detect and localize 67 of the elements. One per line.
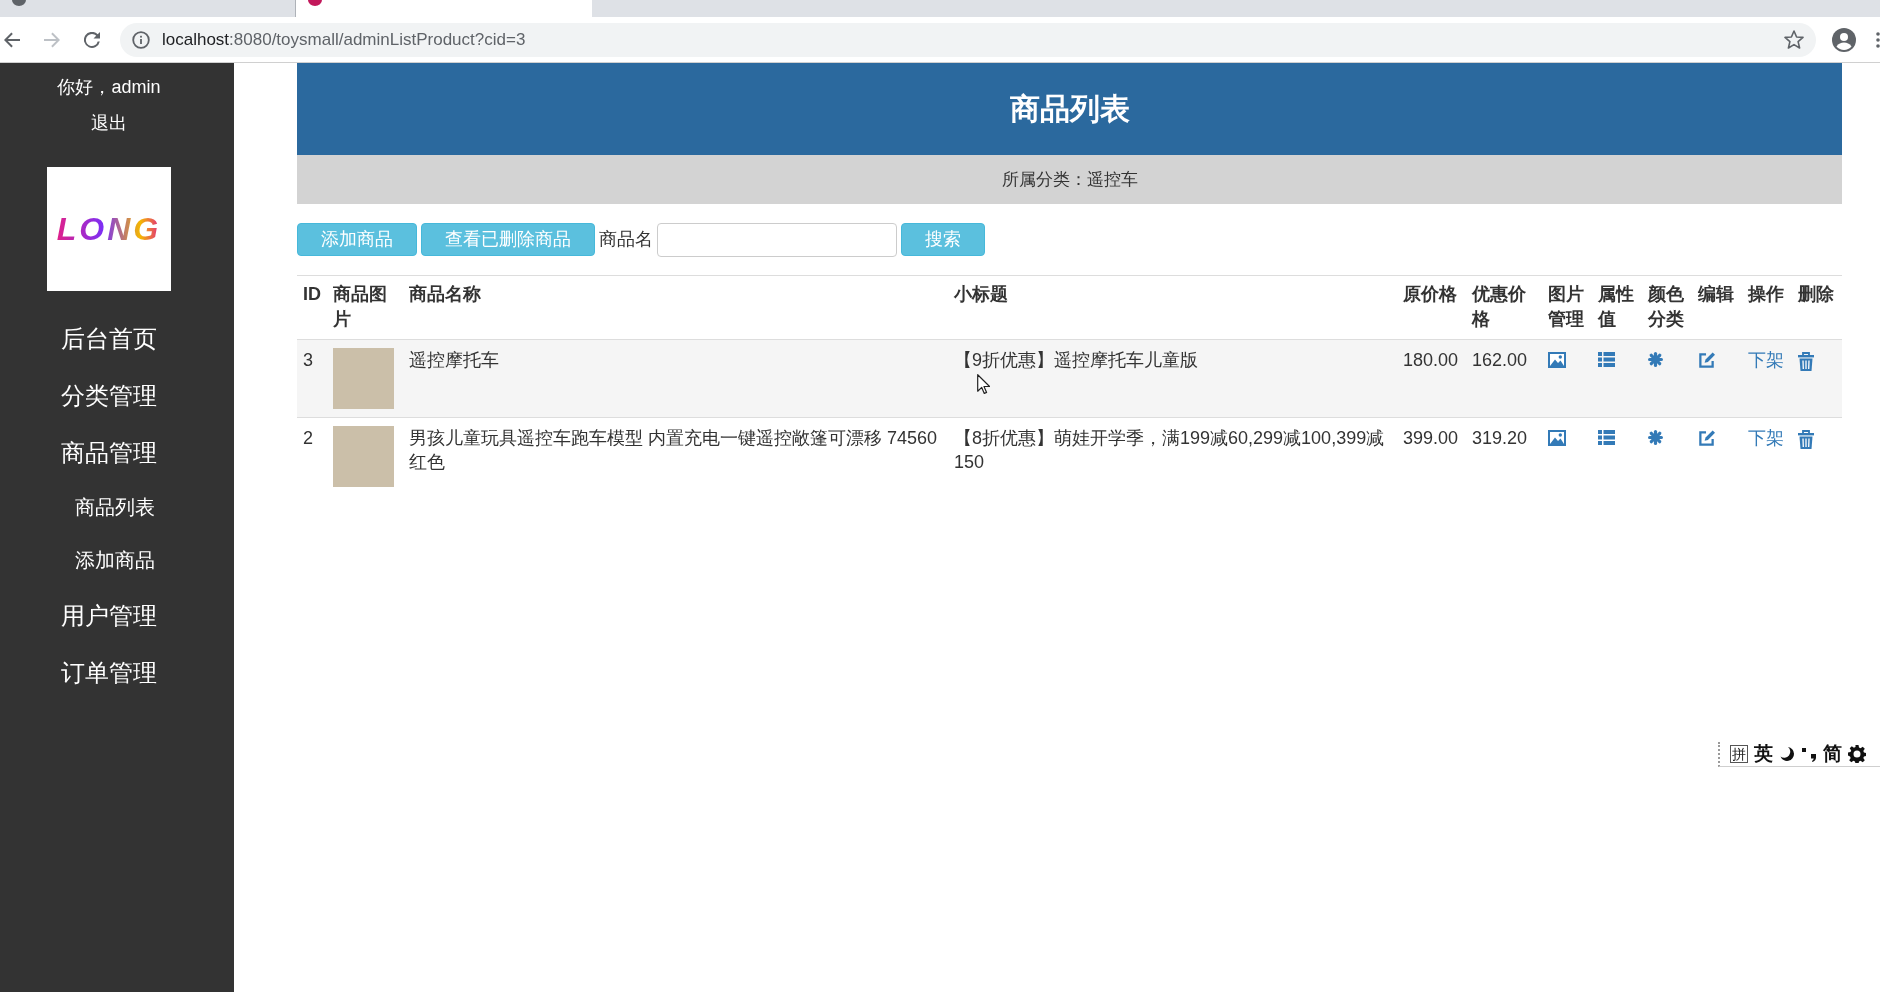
punctuation-icon[interactable] [1801,746,1817,762]
sidebar-submenu-item[interactable]: 商品列表 [75,481,155,534]
photo-placeholder [333,426,394,487]
trash-icon[interactable] [1798,352,1814,371]
ime-toggle-button[interactable]: 英 [1754,744,1773,764]
asterisk-icon[interactable] [1648,430,1663,445]
search-label: 商品名 [599,228,653,251]
edit-icon[interactable] [1698,430,1715,447]
column-header: 商品图片 [333,284,387,329]
original-price: 399.00 [1403,428,1459,448]
sidebar-menu-item[interactable]: 订单管理 [61,644,157,701]
sidebar-menu-item[interactable]: 用户管理 [61,587,157,644]
photo-placeholder [333,348,394,409]
reload-icon [84,31,100,48]
column-header: ID [303,284,321,304]
greeting-text: 你好，admin [57,76,161,99]
address-bar[interactable]: localhost:8080/toysmall/adminListProduct?cid=3 [120,22,1816,57]
product-subtitle: 【8折优惠】萌娃开学季，满199减60,299减100,399减150 [954,428,1385,472]
trash-icon[interactable] [1798,430,1814,449]
input-mode-button[interactable]: 拼 [1730,745,1748,763]
tab-favicon-icon [12,0,26,6]
column-header: 颜色分类 [1648,284,1684,329]
edit-icon[interactable] [1698,352,1715,369]
sidebar-menu-item[interactable]: 商品管理 [61,424,157,481]
column-header: 原价格 [1403,284,1457,304]
menu-icon[interactable] [1876,31,1880,48]
page-title: 商品列表 [1009,91,1130,127]
product-id: 2 [303,428,313,448]
category-text: 所属分类：遥控车 [1001,168,1138,191]
column-header: 小标题 [954,284,1008,304]
product-subtitle: 【9折优惠】遥控摩托车儿童版 [954,350,1198,370]
column-header: 优惠价格 [1472,284,1526,329]
url-text: localhost:8080/toysmall/adminListProduct?cid=3 [162,28,527,51]
back-arrow-icon [4,31,20,48]
bookmark-star-icon[interactable] [1784,30,1804,49]
delist-link[interactable]: 下架 [1748,350,1784,370]
list-icon[interactable] [1598,430,1615,445]
settings-icon[interactable] [1848,745,1866,763]
column-header: 图片管理 [1548,284,1584,329]
info-icon[interactable] [132,30,150,49]
sale-price: 319.20 [1472,428,1528,448]
product-name: 遥控摩托车 [409,350,499,370]
sidebar-menu-item[interactable]: 分类管理 [61,367,157,424]
asterisk-icon[interactable] [1648,352,1663,367]
product-name: 男孩儿童玩具遥控车跑车模型 内置充电一键遥控敞篷可漂移 74560 红色 [409,428,938,472]
list-icon[interactable] [1598,352,1615,367]
column-header: 编辑 [1698,284,1734,304]
sidebar-menu-item[interactable]: 后台首页 [61,310,157,367]
picture-icon[interactable] [1548,352,1566,368]
mouse-pointer-icon [977,374,990,394]
product-id: 3 [303,350,313,370]
logout-link[interactable]: 退出 [91,105,127,141]
moon-icon[interactable] [1779,746,1795,762]
sale-price: 162.00 [1472,350,1528,370]
profile-icon[interactable] [1832,27,1856,52]
picture-icon[interactable] [1548,430,1566,446]
column-header: 操作 [1748,284,1784,304]
sidebar-submenu-item[interactable]: 添加商品 [75,534,155,587]
tab-favicon-icon [308,0,322,6]
ime-toggle-button[interactable]: 简 [1823,744,1842,764]
search-field[interactable] [657,222,897,257]
column-header: 属性值 [1598,284,1634,329]
column-header: 商品名称 [409,284,481,304]
column-header: 删除 [1798,284,1834,304]
forward-arrow-icon [44,31,60,48]
original-price: 180.00 [1403,350,1459,370]
delist-link[interactable]: 下架 [1748,428,1784,448]
